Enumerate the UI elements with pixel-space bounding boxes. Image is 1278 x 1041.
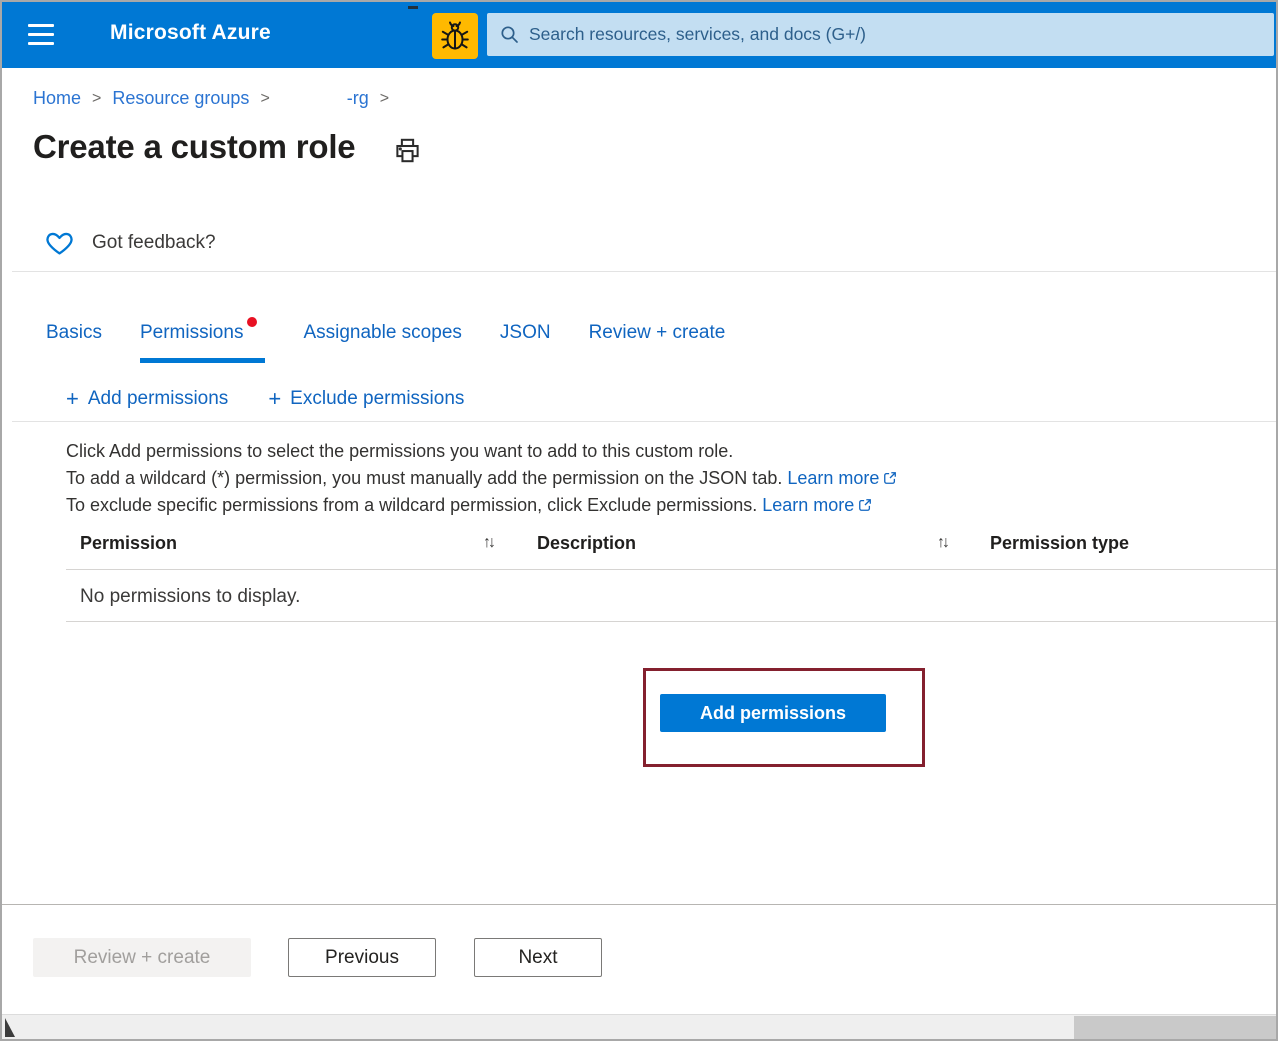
add-permissions-link[interactable]: + Add permissions (66, 388, 228, 410)
command-bar: + Add permissions + Exclude permissions (66, 388, 504, 410)
instruction-line-3: To exclude specific permissions from a w… (66, 492, 897, 519)
column-header-description: Description (537, 533, 637, 553)
app-title[interactable]: Microsoft Azure (110, 21, 271, 45)
tab-basics[interactable]: Basics (46, 322, 102, 363)
title-row: Create a custom role (33, 128, 421, 166)
divider (66, 569, 1276, 570)
next-button[interactable]: Next (474, 938, 602, 977)
got-feedback-label: Got feedback? (92, 231, 216, 253)
divider (66, 621, 1276, 622)
breadcrumb-resource-group-name[interactable]: -rg (347, 88, 369, 109)
azure-portal-window: Microsoft Azure Search resources, servic… (0, 0, 1278, 1041)
review-create-button[interactable]: Review + create (33, 938, 251, 977)
tab-json[interactable]: JSON (500, 322, 551, 363)
empty-table-message: No permissions to display. (80, 586, 301, 607)
previous-button[interactable]: Previous (288, 938, 436, 977)
add-permissions-link-label: Add permissions (87, 388, 229, 409)
chevron-right-icon: > (379, 89, 390, 107)
hamburger-menu-icon[interactable] (28, 24, 56, 46)
bug-extension-button[interactable] (432, 13, 478, 59)
chevron-right-icon: > (260, 89, 270, 107)
divider (2, 904, 1276, 905)
unsaved-changes-badge (247, 317, 258, 327)
tab-permissions-label: Permissions (139, 322, 244, 343)
search-input[interactable] (529, 13, 1274, 56)
instruction-line-1: Click Add permissions to select the perm… (66, 441, 734, 461)
heart-icon (46, 232, 73, 255)
print-icon[interactable] (394, 137, 421, 164)
column-header-permission: Permission (80, 533, 178, 553)
scroll-corner-glyph (5, 1018, 15, 1037)
exclude-permissions-link[interactable]: + Exclude permissions (268, 388, 464, 410)
learn-more-link[interactable]: Learn more (762, 495, 854, 515)
plus-icon: + (66, 386, 79, 411)
divider (12, 421, 1276, 422)
tab-strip: Basics Permissions Assignable scopes JSO… (46, 317, 763, 363)
tick-mark (408, 6, 418, 9)
column-header-permission-type: Permission type (990, 533, 1130, 553)
divider (12, 271, 1276, 272)
breadcrumb: Home > Resource groups > -rg > (33, 88, 400, 109)
tab-review-create[interactable]: Review + create (589, 322, 726, 363)
chevron-right-icon: > (92, 89, 102, 107)
page-title: Create a custom role (33, 128, 356, 165)
tab-assignable-scopes[interactable]: Assignable scopes (303, 322, 461, 363)
breadcrumb-home[interactable]: Home (33, 88, 81, 109)
search-icon (501, 26, 518, 43)
top-bar: Microsoft Azure (2, 2, 1276, 68)
bug-icon (441, 21, 469, 50)
instructions-text: Click Add permissions to select the perm… (66, 438, 897, 519)
add-permissions-button[interactable]: Add permissions (660, 694, 886, 732)
external-link-icon (859, 499, 872, 511)
exclude-permissions-link-label: Exclude permissions (290, 388, 465, 409)
global-search (487, 13, 1274, 56)
plus-icon: + (268, 386, 282, 411)
horizontal-scrollbar[interactable] (2, 1014, 1276, 1039)
permissions-table-header: Permission ↑↓ Description ↑↓ Permission … (2, 533, 1276, 559)
got-feedback-button[interactable]: Got feedback? (45, 229, 216, 256)
sort-icon[interactable]: ↑↓ (937, 534, 950, 552)
sort-icon[interactable]: ↑↓ (483, 534, 496, 552)
breadcrumb-resource-groups[interactable]: Resource groups (112, 88, 249, 109)
tab-permissions[interactable]: Permissions (139, 317, 266, 363)
learn-more-link[interactable]: Learn more (787, 468, 879, 488)
horizontal-scrollbar-thumb[interactable] (1074, 1016, 1276, 1039)
external-link-icon (884, 472, 897, 484)
instruction-line-2: To add a wildcard (*) permission, you mu… (66, 465, 897, 492)
